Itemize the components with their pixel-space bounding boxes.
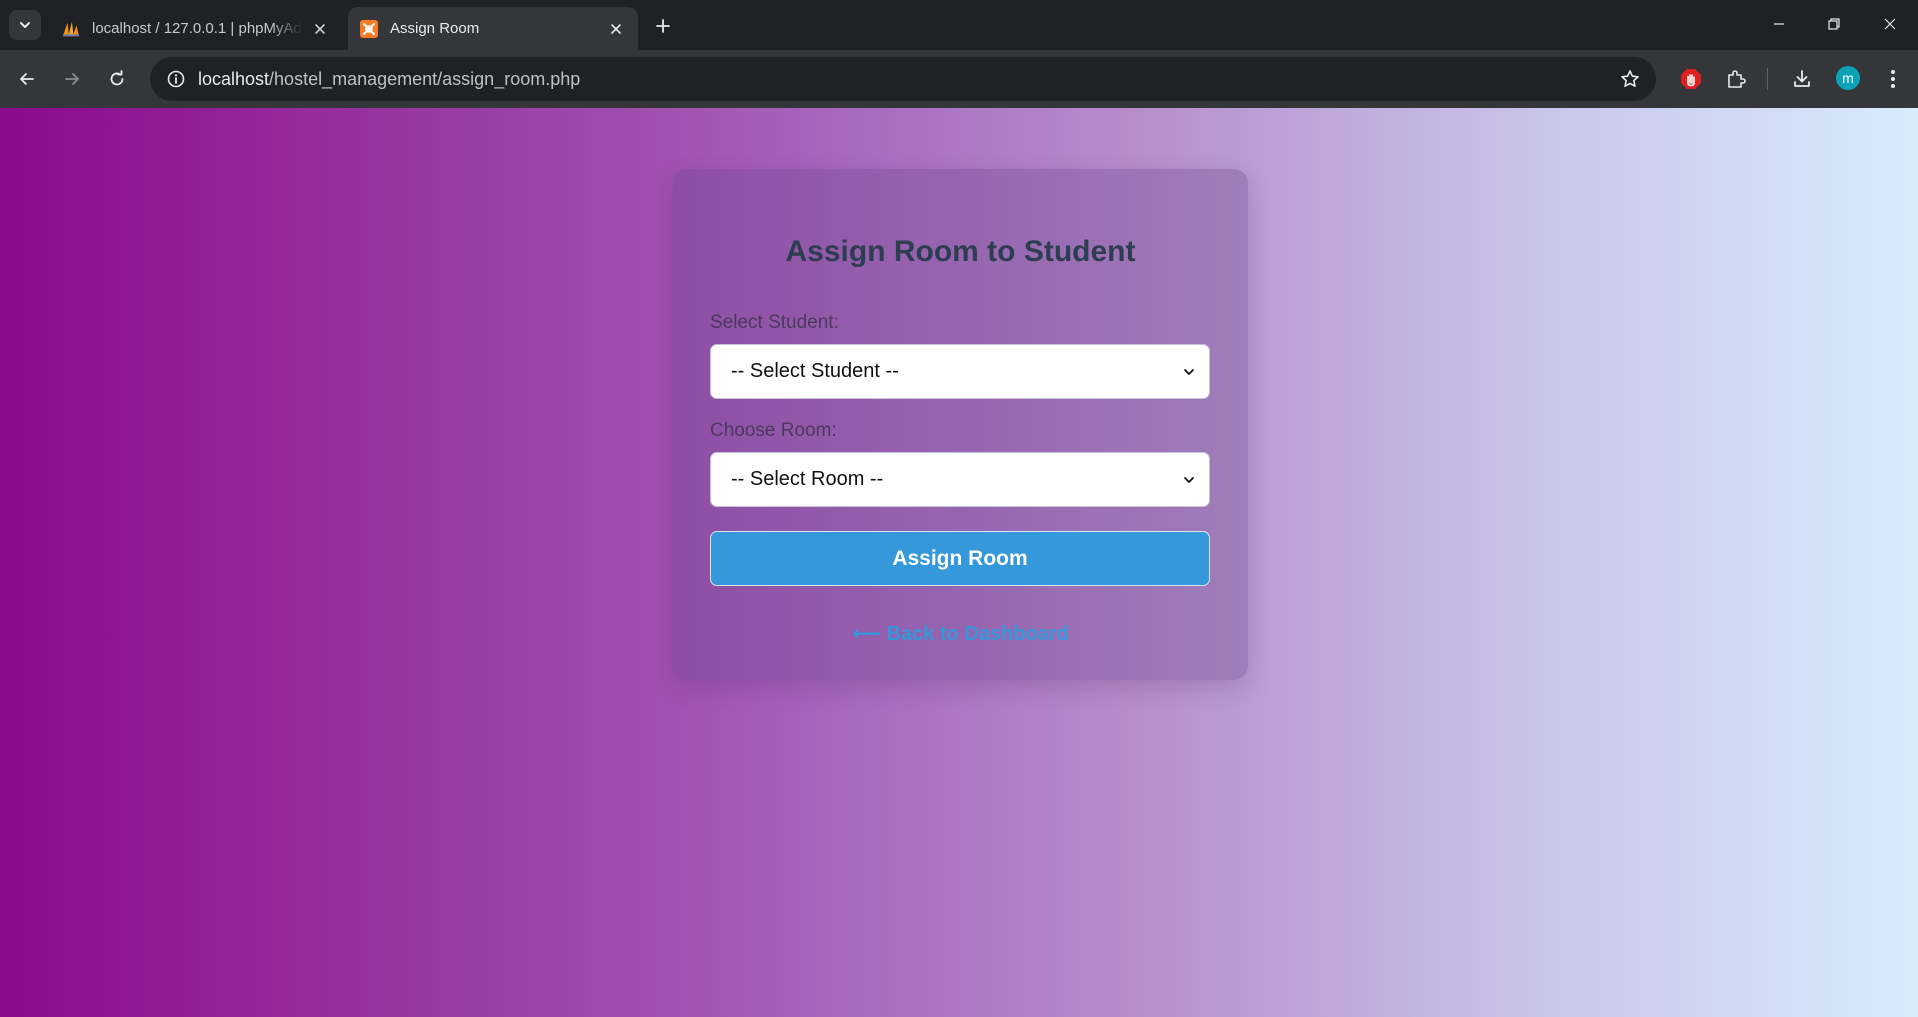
url-path: /hostel_management/assign_room.php	[269, 68, 581, 89]
forward-button[interactable]	[56, 63, 88, 95]
new-tab-button[interactable]	[650, 13, 676, 39]
assign-room-card: Assign Room to Student Select Student: -…	[673, 169, 1248, 680]
tab-title: localhost / 127.0.0.1 | phpMyAdmin	[92, 20, 302, 37]
arrow-right-icon	[65, 73, 79, 85]
close-icon[interactable]	[606, 19, 626, 39]
room-label: Choose Room:	[710, 420, 837, 441]
page-background: Assign Room to Student Select Student: -…	[0, 108, 1918, 1017]
close-icon	[1884, 18, 1896, 30]
student-select[interactable]: -- Select Student --	[710, 344, 1210, 399]
chevron-down-icon	[1181, 472, 1197, 488]
reload-button[interactable]	[101, 63, 133, 95]
url-host: localhost	[198, 68, 270, 89]
site-info-icon[interactable]	[154, 57, 198, 101]
plus-icon	[656, 19, 670, 33]
extensions-puzzle-icon[interactable]	[1720, 63, 1752, 95]
assign-room-button[interactable]: Assign Room	[710, 531, 1210, 586]
reload-icon	[110, 70, 124, 86]
tab-title: Assign Room	[390, 20, 480, 37]
tab-strip: localhost / 127.0.0.1 | phpMyAdmin Assig…	[0, 0, 1918, 50]
profile-avatar[interactable]: m	[1836, 66, 1860, 90]
arrow-left-icon	[20, 73, 34, 85]
chevron-down-icon	[1181, 364, 1197, 380]
chevron-down-icon	[20, 22, 30, 28]
minimize-icon	[1774, 23, 1784, 25]
url-text: localhost/hostel_management/assign_room.…	[198, 69, 580, 90]
menu-kebab-icon[interactable]	[1877, 63, 1909, 95]
close-window-button[interactable]	[1870, 8, 1910, 40]
toolbar-separator	[1767, 68, 1768, 90]
close-icon[interactable]	[310, 19, 330, 39]
tab-assign-room[interactable]: Assign Room	[348, 7, 638, 50]
student-label: Select Student:	[710, 312, 839, 333]
address-bar[interactable]: localhost/hostel_management/assign_room.…	[150, 57, 1656, 101]
room-select[interactable]: -- Select Room --	[710, 452, 1210, 507]
adblock-extension-icon[interactable]	[1675, 63, 1707, 95]
student-select-value: -- Select Student --	[731, 360, 899, 382]
browser-toolbar: localhost/hostel_management/assign_room.…	[0, 50, 1918, 108]
tab-phpmyadmin[interactable]: localhost / 127.0.0.1 | phpMyAdmin	[50, 7, 342, 50]
bookmark-star-icon[interactable]	[1616, 65, 1644, 93]
restore-button[interactable]	[1814, 8, 1854, 40]
minimize-button[interactable]	[1759, 8, 1799, 40]
restore-icon	[1828, 18, 1840, 30]
room-select-value: -- Select Room --	[731, 468, 884, 490]
xampp-icon	[360, 19, 378, 38]
back-to-dashboard-link[interactable]: ⟵ Back to Dashboard	[673, 621, 1248, 646]
back-button[interactable]	[11, 63, 43, 95]
page-title: Assign Room to Student	[785, 235, 1136, 268]
downloads-icon[interactable]	[1786, 63, 1818, 95]
tab-search-button[interactable]	[9, 10, 41, 40]
phpmyadmin-icon	[62, 20, 80, 38]
